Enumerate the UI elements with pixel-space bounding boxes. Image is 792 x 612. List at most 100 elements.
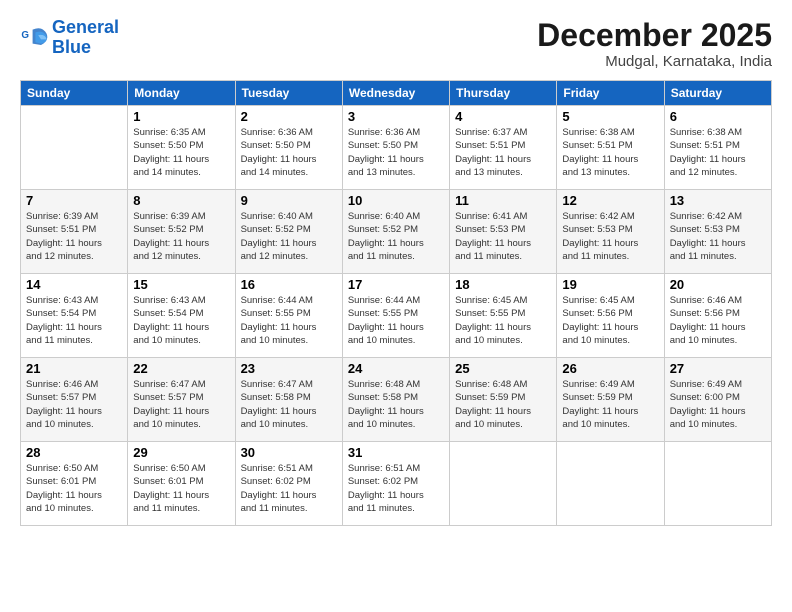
- day-info: Sunrise: 6:46 AM Sunset: 5:56 PM Dayligh…: [670, 294, 766, 347]
- calendar-cell: 31 Sunrise: 6:51 AM Sunset: 6:02 PM Dayli…: [342, 442, 449, 526]
- logo: G General Blue: [20, 18, 119, 58]
- logo-icon: G: [20, 24, 48, 52]
- day-info: Sunrise: 6:51 AM Sunset: 6:02 PM Dayligh…: [348, 462, 444, 515]
- day-info: Sunrise: 6:45 AM Sunset: 5:56 PM Dayligh…: [562, 294, 658, 347]
- day-info: Sunrise: 6:40 AM Sunset: 5:52 PM Dayligh…: [241, 210, 337, 263]
- day-info: Sunrise: 6:47 AM Sunset: 5:57 PM Dayligh…: [133, 378, 229, 431]
- calendar-cell: 7 Sunrise: 6:39 AM Sunset: 5:51 PM Daylig…: [21, 190, 128, 274]
- calendar-cell: 30 Sunrise: 6:51 AM Sunset: 6:02 PM Dayli…: [235, 442, 342, 526]
- day-info: Sunrise: 6:43 AM Sunset: 5:54 PM Dayligh…: [26, 294, 122, 347]
- day-number: 21: [26, 361, 122, 376]
- day-info: Sunrise: 6:46 AM Sunset: 5:57 PM Dayligh…: [26, 378, 122, 431]
- day-number: 30: [241, 445, 337, 460]
- day-number: 27: [670, 361, 766, 376]
- calendar-cell: 22 Sunrise: 6:47 AM Sunset: 5:57 PM Dayli…: [128, 358, 235, 442]
- calendar-cell: 1 Sunrise: 6:35 AM Sunset: 5:50 PM Daylig…: [128, 106, 235, 190]
- calendar-header-sunday: Sunday: [21, 81, 128, 106]
- day-number: 7: [26, 193, 122, 208]
- location: Mudgal, Karnataka, India: [537, 53, 772, 70]
- calendar-cell: 3 Sunrise: 6:36 AM Sunset: 5:50 PM Daylig…: [342, 106, 449, 190]
- calendar-cell: 10Sunrise: 6:40 AM Sunset: 5:52 PM Dayli…: [342, 190, 449, 274]
- day-info: Sunrise: 6:49 AM Sunset: 5:59 PM Dayligh…: [562, 378, 658, 431]
- calendar-cell: [450, 442, 557, 526]
- day-number: 23: [241, 361, 337, 376]
- calendar-header-saturday: Saturday: [664, 81, 771, 106]
- calendar-cell: 20Sunrise: 6:46 AM Sunset: 5:56 PM Dayli…: [664, 274, 771, 358]
- calendar-cell: 2 Sunrise: 6:36 AM Sunset: 5:50 PM Daylig…: [235, 106, 342, 190]
- day-number: 1: [133, 109, 229, 124]
- calendar-cell: 9 Sunrise: 6:40 AM Sunset: 5:52 PM Daylig…: [235, 190, 342, 274]
- calendar-cell: 14 Sunrise: 6:43 AM Sunset: 5:54 PM Dayli…: [21, 274, 128, 358]
- day-number: 31: [348, 445, 444, 460]
- day-info: Sunrise: 6:36 AM Sunset: 5:50 PM Dayligh…: [241, 126, 337, 179]
- day-info: Sunrise: 6:36 AM Sunset: 5:50 PM Dayligh…: [348, 126, 444, 179]
- calendar-cell: 12Sunrise: 6:42 AM Sunset: 5:53 PM Dayli…: [557, 190, 664, 274]
- day-number: 11: [455, 193, 551, 208]
- calendar-header-monday: Monday: [128, 81, 235, 106]
- day-number: 19: [562, 277, 658, 292]
- calendar: SundayMondayTuesdayWednesdayThursdayFrid…: [20, 80, 772, 526]
- day-info: Sunrise: 6:44 AM Sunset: 5:55 PM Dayligh…: [241, 294, 337, 347]
- day-info: Sunrise: 6:39 AM Sunset: 5:51 PM Dayligh…: [26, 210, 122, 263]
- calendar-week-4: 21 Sunrise: 6:46 AM Sunset: 5:57 PM Dayli…: [21, 358, 772, 442]
- day-info: Sunrise: 6:50 AM Sunset: 6:01 PM Dayligh…: [26, 462, 122, 515]
- calendar-header-tuesday: Tuesday: [235, 81, 342, 106]
- calendar-cell: 29Sunrise: 6:50 AM Sunset: 6:01 PM Dayli…: [128, 442, 235, 526]
- day-number: 22: [133, 361, 229, 376]
- calendar-cell: [557, 442, 664, 526]
- day-info: Sunrise: 6:48 AM Sunset: 5:58 PM Dayligh…: [348, 378, 444, 431]
- calendar-week-1: 1 Sunrise: 6:35 AM Sunset: 5:50 PM Daylig…: [21, 106, 772, 190]
- day-number: 18: [455, 277, 551, 292]
- day-number: 6: [670, 109, 766, 124]
- day-info: Sunrise: 6:51 AM Sunset: 6:02 PM Dayligh…: [241, 462, 337, 515]
- day-info: Sunrise: 6:39 AM Sunset: 5:52 PM Dayligh…: [133, 210, 229, 263]
- title-block: December 2025 Mudgal, Karnataka, India: [537, 18, 772, 70]
- day-number: 24: [348, 361, 444, 376]
- day-info: Sunrise: 6:38 AM Sunset: 5:51 PM Dayligh…: [562, 126, 658, 179]
- calendar-header-friday: Friday: [557, 81, 664, 106]
- day-info: Sunrise: 6:49 AM Sunset: 6:00 PM Dayligh…: [670, 378, 766, 431]
- calendar-header-wednesday: Wednesday: [342, 81, 449, 106]
- calendar-cell: 24 Sunrise: 6:48 AM Sunset: 5:58 PM Dayli…: [342, 358, 449, 442]
- day-info: Sunrise: 6:47 AM Sunset: 5:58 PM Dayligh…: [241, 378, 337, 431]
- calendar-cell: 15Sunrise: 6:43 AM Sunset: 5:54 PM Dayli…: [128, 274, 235, 358]
- day-number: 28: [26, 445, 122, 460]
- day-number: 29: [133, 445, 229, 460]
- month-title: December 2025: [537, 18, 772, 53]
- calendar-cell: [21, 106, 128, 190]
- day-info: Sunrise: 6:45 AM Sunset: 5:55 PM Dayligh…: [455, 294, 551, 347]
- calendar-cell: 21 Sunrise: 6:46 AM Sunset: 5:57 PM Dayli…: [21, 358, 128, 442]
- day-number: 26: [562, 361, 658, 376]
- day-info: Sunrise: 6:42 AM Sunset: 5:53 PM Dayligh…: [670, 210, 766, 263]
- calendar-header-thursday: Thursday: [450, 81, 557, 106]
- calendar-cell: 27 Sunrise: 6:49 AM Sunset: 6:00 PM Dayli…: [664, 358, 771, 442]
- day-number: 4: [455, 109, 551, 124]
- day-number: 16: [241, 277, 337, 292]
- day-info: Sunrise: 6:35 AM Sunset: 5:50 PM Dayligh…: [133, 126, 229, 179]
- day-number: 25: [455, 361, 551, 376]
- svg-text:G: G: [21, 30, 29, 41]
- day-number: 17: [348, 277, 444, 292]
- day-number: 14: [26, 277, 122, 292]
- day-number: 5: [562, 109, 658, 124]
- calendar-week-2: 7 Sunrise: 6:39 AM Sunset: 5:51 PM Daylig…: [21, 190, 772, 274]
- day-number: 13: [670, 193, 766, 208]
- day-number: 3: [348, 109, 444, 124]
- day-info: Sunrise: 6:48 AM Sunset: 5:59 PM Dayligh…: [455, 378, 551, 431]
- calendar-cell: 28 Sunrise: 6:50 AM Sunset: 6:01 PM Dayli…: [21, 442, 128, 526]
- day-info: Sunrise: 6:37 AM Sunset: 5:51 PM Dayligh…: [455, 126, 551, 179]
- calendar-cell: 11Sunrise: 6:41 AM Sunset: 5:53 PM Dayli…: [450, 190, 557, 274]
- calendar-cell: 17Sunrise: 6:44 AM Sunset: 5:55 PM Dayli…: [342, 274, 449, 358]
- calendar-cell: 23 Sunrise: 6:47 AM Sunset: 5:58 PM Dayli…: [235, 358, 342, 442]
- calendar-cell: 19 Sunrise: 6:45 AM Sunset: 5:56 PM Dayli…: [557, 274, 664, 358]
- day-number: 10: [348, 193, 444, 208]
- calendar-cell: 25 Sunrise: 6:48 AM Sunset: 5:59 PM Dayli…: [450, 358, 557, 442]
- day-number: 15: [133, 277, 229, 292]
- calendar-week-3: 14 Sunrise: 6:43 AM Sunset: 5:54 PM Dayli…: [21, 274, 772, 358]
- calendar-cell: 13 Sunrise: 6:42 AM Sunset: 5:53 PM Dayli…: [664, 190, 771, 274]
- day-number: 9: [241, 193, 337, 208]
- calendar-cell: [664, 442, 771, 526]
- day-number: 2: [241, 109, 337, 124]
- day-info: Sunrise: 6:42 AM Sunset: 5:53 PM Dayligh…: [562, 210, 658, 263]
- page: G General Blue December 2025 Mudgal, Kar…: [0, 0, 792, 612]
